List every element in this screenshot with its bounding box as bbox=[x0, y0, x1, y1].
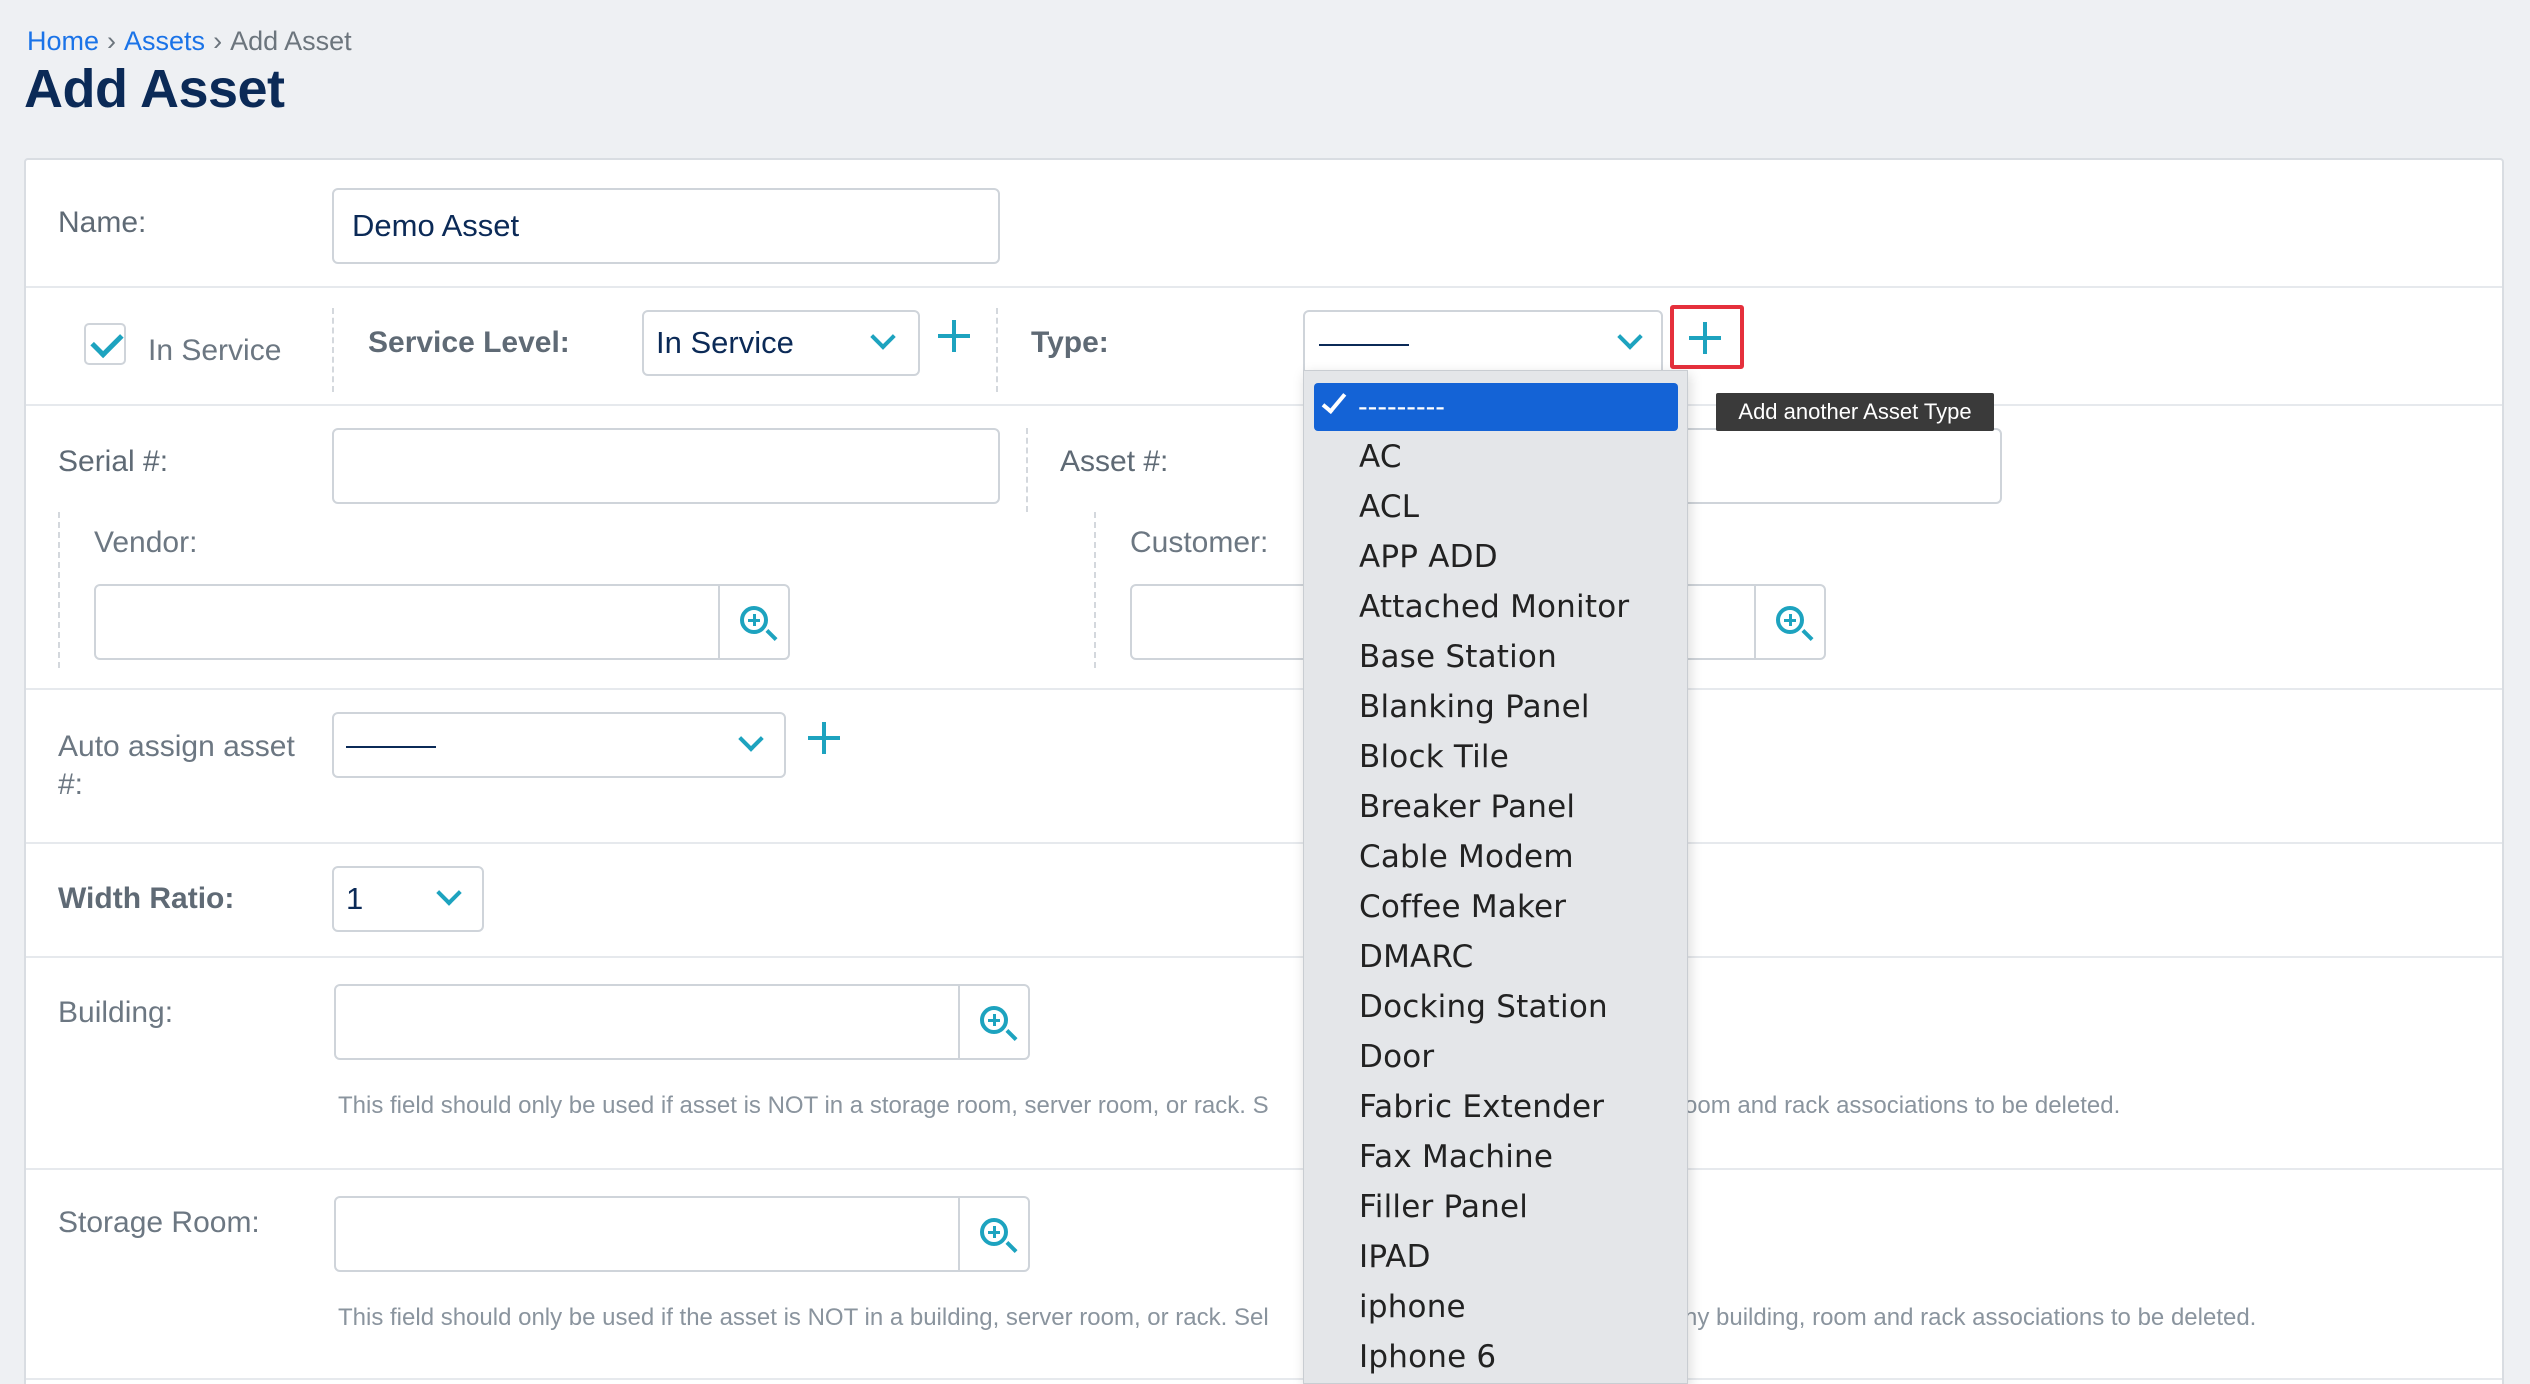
divider bbox=[26, 286, 2502, 288]
type-option[interactable]: DMARC bbox=[1359, 939, 1473, 975]
type-option[interactable]: Blanking Panel bbox=[1359, 689, 1590, 725]
building-help-text-continued: oom and rack associations to be deleted. bbox=[1684, 1092, 2121, 1119]
zoom-in-icon bbox=[1776, 606, 1804, 634]
in-service-checkbox[interactable] bbox=[84, 323, 126, 365]
asset-number-label: Asset #: bbox=[1060, 445, 1169, 478]
type-option[interactable]: APP ADD bbox=[1359, 539, 1498, 575]
name-label: Name: bbox=[58, 206, 147, 239]
type-option[interactable]: Coffee Maker bbox=[1359, 889, 1566, 925]
serial-label: Serial #: bbox=[58, 445, 169, 478]
storage-room-label: Storage Room: bbox=[58, 1206, 260, 1239]
divider bbox=[26, 956, 2502, 958]
vendor-label: Vendor: bbox=[94, 526, 198, 559]
divider bbox=[26, 1378, 2502, 1380]
vendor-lookup-input[interactable] bbox=[94, 584, 790, 660]
chevron-down-icon bbox=[436, 880, 462, 906]
divider bbox=[58, 512, 60, 668]
breadcrumb-assets-link[interactable]: Assets bbox=[124, 26, 205, 56]
type-option[interactable]: ACL bbox=[1359, 489, 1419, 525]
type-dropdown-list[interactable]: --------- AC ACL APP ADD Attached Monito… bbox=[1303, 370, 1688, 1384]
type-option[interactable]: Cable Modem bbox=[1359, 839, 1574, 875]
add-asset-type-tooltip: Add another Asset Type bbox=[1716, 393, 1994, 431]
type-option[interactable]: Breaker Panel bbox=[1359, 789, 1575, 825]
type-option[interactable]: iphone bbox=[1359, 1289, 1466, 1325]
type-option[interactable]: Docking Station bbox=[1359, 989, 1608, 1025]
service-level-select[interactable]: In Service bbox=[642, 310, 920, 376]
type-option[interactable]: Block Tile bbox=[1359, 739, 1509, 775]
type-option-selected[interactable]: --------- bbox=[1314, 383, 1678, 431]
storage-room-help-text-continued: ny building, room and rack associations … bbox=[1684, 1304, 2257, 1331]
add-service-level-icon[interactable] bbox=[936, 318, 972, 354]
building-lookup-input[interactable] bbox=[334, 984, 1030, 1060]
chevron-down-icon bbox=[1617, 324, 1643, 350]
customer-lookup-button[interactable] bbox=[1754, 586, 1824, 658]
breadcrumb-separator: › bbox=[107, 26, 117, 56]
type-option-label: --------- bbox=[1358, 390, 1445, 423]
customer-label: Customer: bbox=[1130, 526, 1269, 559]
type-option[interactable]: Filler Panel bbox=[1359, 1189, 1528, 1225]
divider bbox=[332, 308, 334, 392]
storage-room-lookup-button[interactable] bbox=[958, 1198, 1028, 1270]
storage-room-help-text: This field should only be used if the as… bbox=[338, 1304, 1269, 1331]
zoom-in-icon bbox=[740, 606, 768, 634]
zoom-in-icon bbox=[980, 1218, 1008, 1246]
type-option[interactable]: IPAD bbox=[1359, 1239, 1431, 1275]
type-option[interactable]: Attached Monitor bbox=[1359, 589, 1629, 625]
divider bbox=[26, 1168, 2502, 1170]
add-auto-assign-icon[interactable] bbox=[806, 720, 842, 756]
breadcrumb: Home › Assets › Add Asset bbox=[27, 26, 352, 57]
building-help-text: This field should only be used if asset … bbox=[338, 1092, 1269, 1119]
service-level-value: In Service bbox=[656, 325, 794, 360]
width-ratio-value: 1 bbox=[346, 881, 364, 916]
type-option[interactable]: Fabric Extender bbox=[1359, 1089, 1604, 1125]
type-option[interactable]: Door bbox=[1359, 1039, 1434, 1075]
highlight-callout bbox=[1670, 305, 1744, 369]
divider bbox=[996, 308, 998, 392]
chevron-down-icon bbox=[738, 726, 764, 752]
divider bbox=[26, 404, 2502, 406]
building-lookup-button[interactable] bbox=[958, 986, 1028, 1058]
page-title: Add Asset bbox=[24, 59, 285, 119]
type-option[interactable]: AC bbox=[1359, 439, 1402, 475]
service-level-label: Service Level: bbox=[368, 326, 570, 359]
breadcrumb-home-link[interactable]: Home bbox=[27, 26, 99, 56]
type-option[interactable]: Fax Machine bbox=[1359, 1139, 1553, 1175]
divider bbox=[1026, 428, 1028, 512]
name-input[interactable]: Demo Asset bbox=[332, 188, 1000, 264]
breadcrumb-separator: › bbox=[213, 26, 223, 56]
auto-assign-empty-value bbox=[346, 746, 436, 748]
checkmark-icon bbox=[1321, 387, 1347, 415]
width-ratio-select[interactable]: 1 bbox=[332, 866, 484, 932]
storage-room-lookup-input[interactable] bbox=[334, 1196, 1030, 1272]
chevron-down-icon bbox=[870, 324, 896, 350]
type-select[interactable] bbox=[1303, 310, 1663, 376]
divider bbox=[1094, 512, 1096, 668]
serial-input[interactable] bbox=[332, 428, 1000, 504]
type-label: Type: bbox=[1031, 326, 1109, 359]
building-label: Building: bbox=[58, 996, 174, 1029]
zoom-in-icon bbox=[980, 1006, 1008, 1034]
asset-form-panel: Name: Demo Asset In Service Service Leve… bbox=[24, 158, 2504, 1384]
type-option[interactable]: Iphone 6 bbox=[1359, 1339, 1496, 1375]
divider bbox=[26, 688, 2502, 690]
type-empty-value bbox=[1319, 344, 1409, 346]
in-service-label: In Service bbox=[148, 334, 282, 367]
width-ratio-label: Width Ratio: bbox=[58, 882, 235, 915]
vendor-lookup-button[interactable] bbox=[718, 586, 788, 658]
auto-assign-label: Auto assign asset #: bbox=[58, 730, 295, 801]
divider bbox=[26, 842, 2502, 844]
type-option[interactable]: Base Station bbox=[1359, 639, 1557, 675]
breadcrumb-current: Add Asset bbox=[230, 26, 352, 56]
auto-assign-select[interactable] bbox=[332, 712, 786, 778]
